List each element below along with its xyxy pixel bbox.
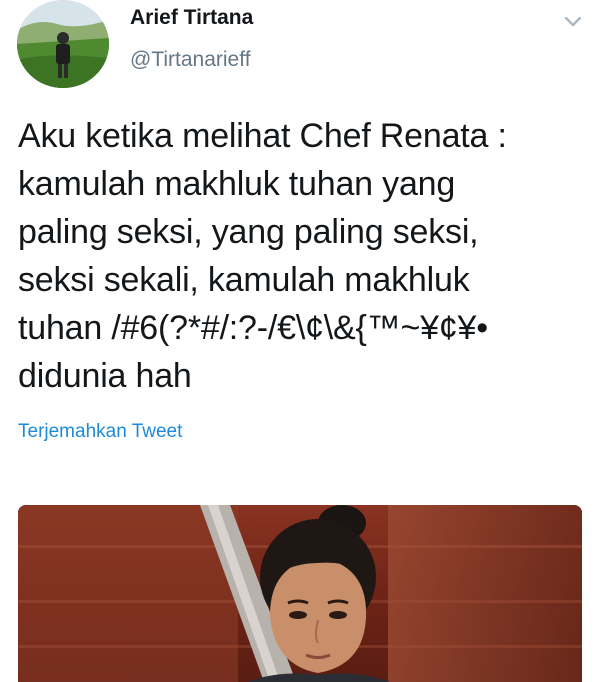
tweet-media-photo[interactable] [18,505,582,682]
chevron-down-icon[interactable] [562,10,584,32]
avatar-photo [17,0,109,88]
tweet-text: Aku ketika melihat Chef Renata : kamulah… [18,117,507,395]
author-handle[interactable]: @Tirtanarieff [130,48,251,72]
translate-tweet-link[interactable]: Terjemahkan Tweet [18,421,182,443]
author-avatar[interactable] [17,0,109,88]
media-photo [18,505,582,682]
author-display-name[interactable]: Arief Tirtana [130,6,253,30]
